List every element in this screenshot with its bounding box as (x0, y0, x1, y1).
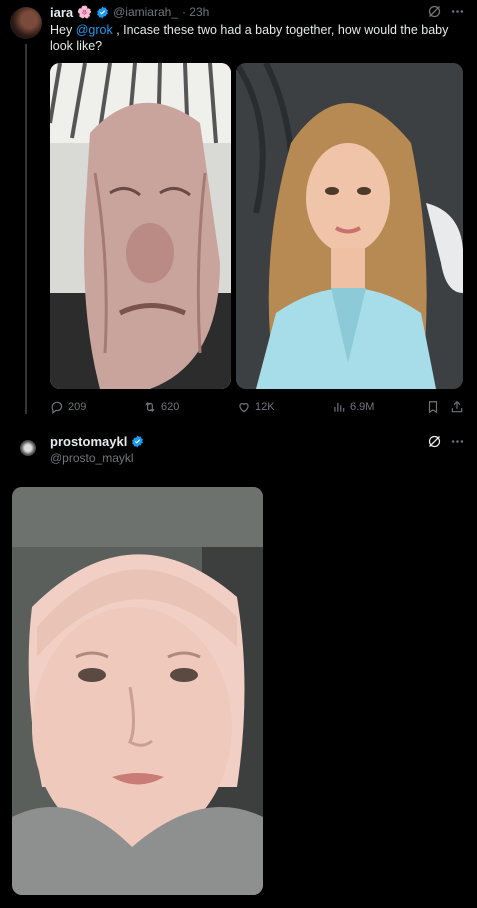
display-name[interactable]: iara (50, 5, 73, 20)
verified-badge-icon (131, 435, 144, 448)
verified-badge-icon (96, 6, 109, 19)
repost-count: 620 (161, 401, 180, 413)
bookmark-icon[interactable] (426, 400, 440, 414)
share-icon[interactable] (450, 400, 464, 414)
views-icon (332, 400, 346, 414)
repost-icon (143, 400, 157, 414)
grok-icon[interactable] (427, 4, 442, 19)
like-action[interactable]: 12K (237, 400, 275, 414)
reply-count: 209 (68, 401, 87, 413)
timestamp[interactable]: · 23h (182, 5, 209, 19)
tweet-header: iara 🌸 @iamiarah_ · 23h (50, 4, 209, 20)
tweet-image-3[interactable] (12, 487, 263, 895)
handle[interactable]: @iamiarah_ (113, 5, 178, 19)
like-icon (237, 400, 251, 414)
reply-action[interactable]: 209 (50, 400, 86, 414)
tweet-text-part: Hey (50, 23, 76, 37)
tweet-image-1[interactable] (50, 63, 231, 389)
like-count: 12K (255, 401, 275, 413)
tweet-text: Hey @grok , Incase these two had a baby … (50, 22, 460, 54)
flower-emoji: 🌸 (77, 5, 93, 19)
avatar[interactable] (10, 7, 42, 39)
display-name[interactable]: prostomaykl (50, 434, 127, 449)
tweet-image-2[interactable] (236, 63, 463, 389)
more-icon[interactable] (450, 434, 465, 449)
reply-icon (50, 400, 64, 414)
views-action[interactable]: 6.9M (332, 400, 374, 414)
handle[interactable]: @prosto_maykl (50, 451, 134, 465)
repost-action[interactable]: 620 (143, 400, 179, 414)
grok-icon[interactable] (427, 434, 442, 449)
thread-line (25, 44, 27, 414)
more-icon[interactable] (450, 4, 465, 19)
views-count: 6.9M (350, 401, 375, 413)
mention-link[interactable]: @grok (76, 23, 113, 37)
tweet-header: prostomaykl (50, 434, 144, 449)
avatar[interactable] (20, 440, 36, 456)
